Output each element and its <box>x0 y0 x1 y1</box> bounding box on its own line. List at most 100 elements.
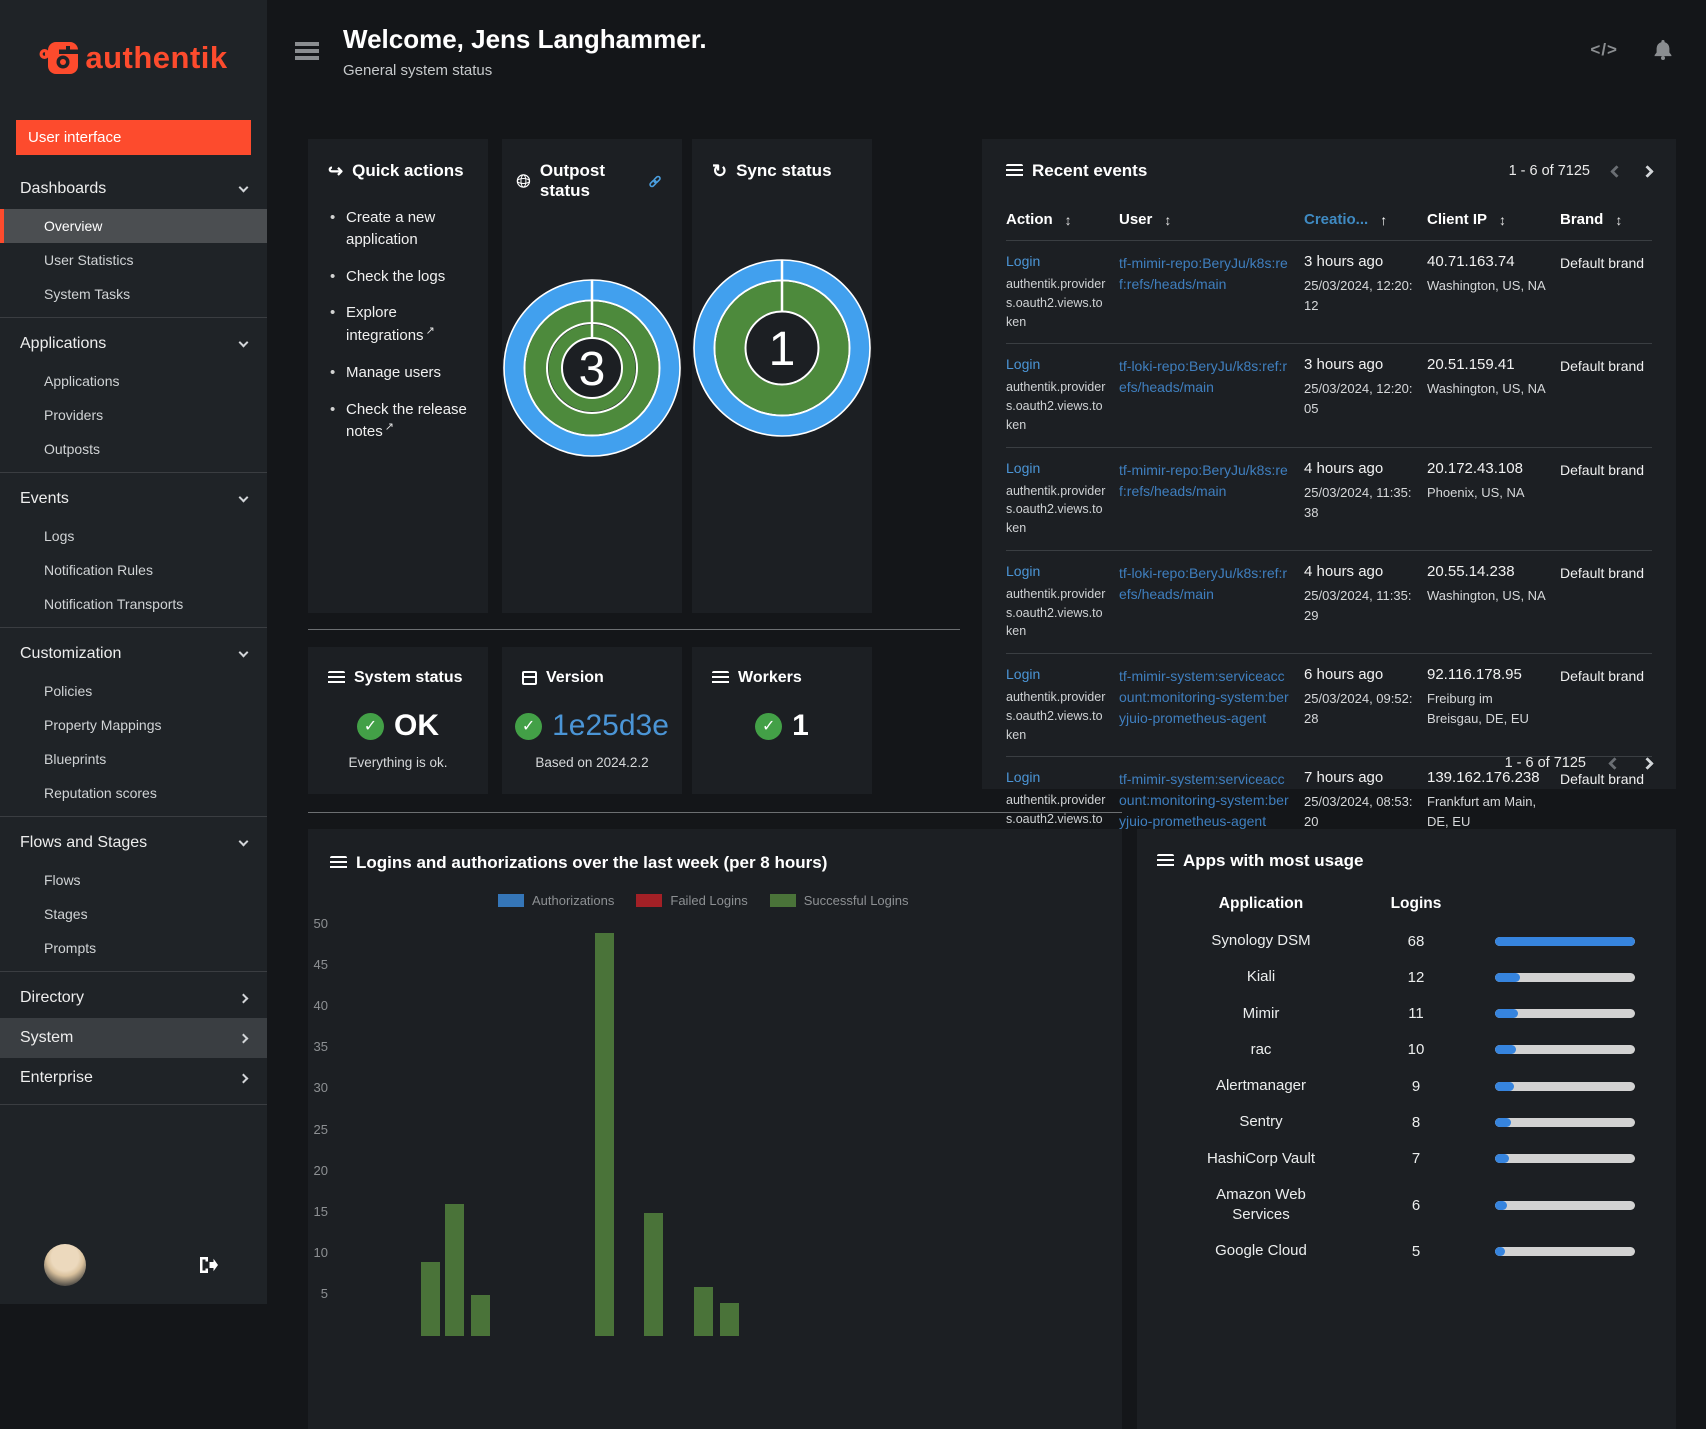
chevron-down-icon <box>238 836 249 847</box>
event-time-absolute: 25/03/2024, 09:52:28 <box>1304 691 1413 727</box>
sidebar-group-dashboards[interactable]: Dashboards <box>0 169 267 209</box>
user-avatar[interactable] <box>44 1244 86 1286</box>
event-user-link[interactable]: tf-loki-repo:BeryJu/k8s:ref:refs/heads/m… <box>1119 356 1299 434</box>
chevron-right-icon <box>238 1033 249 1043</box>
usage-progress-bar <box>1495 1200 1635 1210</box>
events-book-icon <box>1006 164 1023 178</box>
version-value-link[interactable]: 1e25d3e <box>552 709 669 743</box>
sidebar-item-applications[interactable]: Applications <box>0 364 267 398</box>
sidebar-group-applications[interactable]: Applications <box>0 324 267 364</box>
y-axis-tick: 50 <box>313 916 328 931</box>
quick-action-release-notes[interactable]: Check the release notes↗ <box>330 399 470 444</box>
event-user-link[interactable]: tf-loki-repo:BeryJu/k8s:ref:refs/heads/m… <box>1119 563 1299 641</box>
sidebar-item-flows[interactable]: Flows <box>0 863 267 897</box>
event-action-link[interactable]: Login <box>1006 666 1114 682</box>
y-axis-tick: 15 <box>313 1203 328 1219</box>
sidebar-group-directory[interactable]: Directory <box>0 978 267 1018</box>
chart-bar <box>644 1212 663 1336</box>
user-interface-button[interactable]: User interface <box>16 120 251 155</box>
chart-bar <box>445 1204 464 1336</box>
pagination-next-icon[interactable] <box>1641 756 1654 770</box>
check-circle-icon: ✓ <box>515 712 543 740</box>
event-geo: Freiburg im Breisgau, DE, EU <box>1427 691 1529 727</box>
header-actions: </> <box>1590 38 1674 61</box>
sidebar-item-blueprints[interactable]: Blueprints <box>0 742 267 776</box>
notifications-bell-icon[interactable] <box>1652 38 1674 61</box>
event-user-link[interactable]: tf-mimir-repo:BeryJu/k8s:ref:refs/heads/… <box>1119 253 1299 331</box>
event-user-link[interactable]: tf-mimir-repo:BeryJu/k8s:ref:refs/heads/… <box>1119 460 1299 538</box>
page-title: Welcome, Jens Langhammer. <box>343 24 707 54</box>
event-time-relative: 3 hours ago <box>1304 253 1384 270</box>
workers-title: Workers <box>738 669 802 686</box>
event-brand: Default brand <box>1560 564 1645 581</box>
column-header-client-ip[interactable]: Client IP ↕ <box>1427 211 1555 228</box>
app-name: rac <box>1250 1040 1272 1058</box>
workers-value: 1 <box>792 709 809 742</box>
sort-icon: ↕ <box>1064 211 1072 228</box>
sidebar-item-stages[interactable]: Stages <box>0 897 267 931</box>
app-logins: 9 <box>1411 1077 1421 1095</box>
pagination-prev-icon[interactable] <box>1608 756 1621 770</box>
event-geo: Washington, US, NA <box>1427 587 1546 603</box>
check-circle-icon: ✓ <box>357 712 384 740</box>
sign-out-icon[interactable] <box>197 1254 219 1276</box>
event-action-link[interactable]: Login <box>1006 460 1114 476</box>
sidebar-item-property-mappings[interactable]: Property Mappings <box>0 708 267 742</box>
sidebar-group-label: Dashboards <box>20 180 107 197</box>
pagination-label: 1 - 6 of 7125 <box>1508 163 1590 179</box>
sidebar-group-customization[interactable]: Customization <box>0 634 267 674</box>
quick-action-create-application[interactable]: Create a new application <box>330 207 470 251</box>
logins-chart-title: Logins and authorizations over the last … <box>356 853 828 872</box>
app-name: Alertmanager <box>1215 1077 1307 1094</box>
column-header-user[interactable]: User ↕ <box>1119 211 1299 228</box>
sidebar-item-notification-transports[interactable]: Notification Transports <box>0 587 267 621</box>
sidebar-group-system[interactable]: System <box>0 1018 267 1058</box>
sidebar-group-label: Directory <box>20 989 85 1006</box>
event-geo: Phoenix, US, NA <box>1427 484 1525 500</box>
sync-count: 1 <box>769 323 796 376</box>
authentik-logo: authentik <box>0 0 267 86</box>
sidebar-group-enterprise[interactable]: Enterprise <box>0 1058 267 1098</box>
app-usage-row: Mimir 11 <box>1161 996 1652 1032</box>
legend-swatch-green <box>769 894 796 907</box>
sidebar-item-policies[interactable]: Policies <box>0 674 267 708</box>
divider <box>308 629 960 630</box>
sidebar-item-system-tasks[interactable]: System Tasks <box>0 277 267 311</box>
app-usage-row: rac 10 <box>1161 1032 1652 1068</box>
event-user-link[interactable]: tf-mimir-system:serviceaccount:monitorin… <box>1119 666 1299 744</box>
system-status-title: System status <box>354 669 463 686</box>
column-header-brand[interactable]: Brand ↕ <box>1560 211 1650 228</box>
sidebar-item-providers[interactable]: Providers <box>0 398 267 432</box>
api-code-icon[interactable]: </> <box>1590 40 1618 60</box>
quick-action-explore-integrations[interactable]: Explore integrations↗ <box>330 302 470 347</box>
hamburger-menu-icon[interactable] <box>295 42 319 60</box>
link-icon[interactable] <box>648 173 662 190</box>
sidebar-group-flows-and-stages[interactable]: Flows and Stages <box>0 823 267 863</box>
quick-action-manage-users[interactable]: Manage users <box>330 362 470 384</box>
column-header-action[interactable]: Action ↕ <box>1006 211 1114 228</box>
pagination-next-icon[interactable] <box>1641 164 1654 178</box>
divider <box>0 627 267 628</box>
quick-action-check-logs[interactable]: Check the logs <box>330 266 470 288</box>
app-logins: 68 <box>1407 932 1425 950</box>
event-context: authentik.providers.oauth2.views.token <box>1006 690 1106 742</box>
event-row: Login authentik.providers.oauth2.views.to… <box>1006 549 1652 653</box>
column-header-creation[interactable]: Creatio... ↑ <box>1304 211 1422 228</box>
event-action-link[interactable]: Login <box>1006 563 1114 579</box>
sidebar-item-reputation-scores[interactable]: Reputation scores <box>0 776 267 810</box>
sidebar-item-outposts[interactable]: Outposts <box>0 432 267 466</box>
apps-usage-card: Apps with most usage Application Logins … <box>1137 829 1676 1429</box>
event-time-relative: 7 hours ago <box>1304 769 1384 787</box>
sidebar-item-user-statistics[interactable]: User Statistics <box>0 243 267 277</box>
sidebar-item-prompts[interactable]: Prompts <box>0 931 267 965</box>
sidebar-item-logs[interactable]: Logs <box>0 519 267 553</box>
sidebar-item-overview[interactable]: Overview <box>0 209 267 243</box>
legend-item-successful-logins: Successful Logins <box>769 893 909 908</box>
sidebar-item-notification-rules[interactable]: Notification Rules <box>0 553 267 587</box>
event-action-link[interactable]: Login <box>1006 253 1114 269</box>
event-action-link[interactable]: Login <box>1006 769 1114 785</box>
pagination-prev-icon[interactable] <box>1610 164 1623 178</box>
sidebar-group-events[interactable]: Events <box>0 479 267 519</box>
workers-card: Workers ✓ 1 <box>692 647 872 794</box>
event-action-link[interactable]: Login <box>1006 356 1114 372</box>
